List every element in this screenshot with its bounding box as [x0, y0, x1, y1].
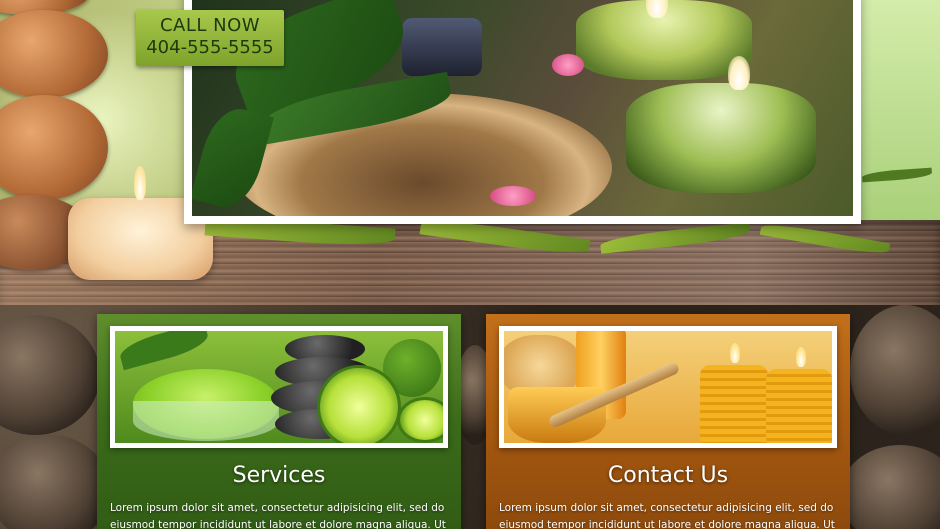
services-image: [115, 331, 443, 443]
candle-flame: [134, 166, 146, 200]
services-card[interactable]: Services Lorem ipsum dolor sit amet, con…: [97, 314, 461, 529]
beeswax-candle: [700, 365, 768, 443]
phone-number[interactable]: 404-555-5555: [136, 37, 284, 59]
hero-photo: [184, 0, 861, 224]
green-candle: [626, 83, 816, 193]
lime-slice: [317, 365, 401, 443]
hero-photo-image: [192, 0, 853, 216]
lime-slice: [397, 397, 443, 443]
contact-image: [504, 331, 832, 443]
contact-photo: [499, 326, 837, 448]
contact-card[interactable]: Contact Us Lorem ipsum dolor sit amet, c…: [486, 314, 850, 529]
hero-glow-right: [850, 0, 940, 230]
services-photo: [110, 326, 448, 448]
services-description: Lorem ipsum dolor sit amet, consectetur …: [110, 502, 446, 529]
hero-banner: CALL NOW 404-555-5555: [0, 0, 940, 305]
flower-petal: [552, 54, 584, 76]
contact-description: Lorem ipsum dolor sit amet, consectetur …: [499, 502, 835, 529]
services-title[interactable]: Services: [97, 461, 461, 491]
flower-petal: [490, 186, 536, 206]
contact-title[interactable]: Contact Us: [486, 461, 850, 491]
beeswax-candle: [766, 369, 832, 443]
content-section: Services Lorem ipsum dolor sit amet, con…: [0, 305, 940, 529]
call-now-label: CALL NOW: [159, 15, 261, 36]
call-now-badge[interactable]: CALL NOW 404-555-5555: [136, 10, 284, 66]
